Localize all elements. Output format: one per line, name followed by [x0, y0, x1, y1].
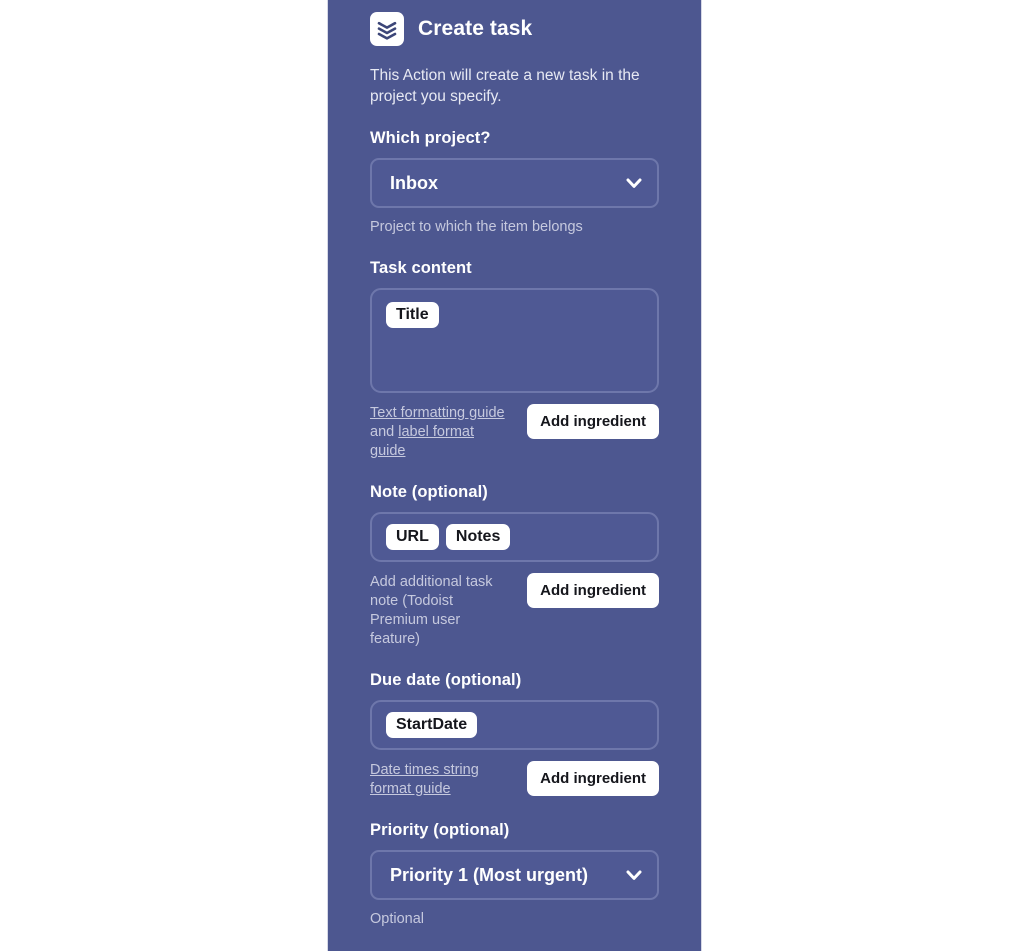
due-date-sub-row: Date times string format guide Add ingre…: [370, 761, 659, 799]
field-project: Which project? Inbox Project to which th…: [370, 129, 659, 237]
field-label-priority: Priority (optional): [370, 821, 510, 839]
field-task-content: Task content Title Text formatting guide…: [370, 259, 659, 461]
field-due-date: Due date (optional) StartDate Date times…: [370, 671, 659, 799]
field-label-due-date: Due date (optional): [370, 671, 522, 689]
due-date-input[interactable]: StartDate: [370, 700, 659, 750]
add-ingredient-button-task-content[interactable]: Add ingredient: [527, 404, 659, 439]
screenshot-root: Create task This Action will create a ne…: [0, 0, 1024, 951]
field-label-project: Which project?: [370, 129, 491, 147]
ingredient-chip[interactable]: Title: [386, 302, 439, 328]
field-helper-priority: Optional: [370, 911, 425, 927]
field-priority: Priority (optional) Priority 1 (Most urg…: [370, 821, 659, 929]
note-input[interactable]: URL Notes: [370, 512, 659, 562]
create-task-action-panel: Create task This Action will create a ne…: [327, 0, 702, 951]
field-label-task-content: Task content: [370, 259, 472, 277]
text-formatting-guide-link[interactable]: Text formatting guide: [370, 405, 505, 421]
task-content-sub-row: Text formatting guide and label format g…: [370, 404, 659, 461]
task-content-input[interactable]: Title: [370, 288, 659, 393]
todoist-stack-icon: [370, 12, 404, 46]
page-title: Create task: [418, 17, 533, 40]
due-date-guide-links: Date times string format guide: [370, 761, 510, 799]
project-select[interactable]: Inbox: [370, 158, 659, 208]
panel-header: Create task: [370, 0, 659, 46]
field-helper-note: Add additional task note (Todoist Premiu…: [370, 574, 493, 647]
add-ingredient-button-due-date[interactable]: Add ingredient: [527, 761, 659, 796]
field-label-note: Note (optional): [370, 483, 488, 501]
priority-select[interactable]: Priority 1 (Most urgent): [370, 850, 659, 900]
task-content-guide-links: Text formatting guide and label format g…: [370, 404, 510, 461]
field-helper-project: Project to which the item belongs: [370, 219, 583, 235]
chevron-down-icon: [623, 172, 645, 194]
ingredient-chip[interactable]: StartDate: [386, 712, 478, 738]
add-ingredient-button-note[interactable]: Add ingredient: [527, 573, 659, 608]
project-select-value: Inbox: [390, 172, 438, 193]
note-sub-row: Add additional task note (Todoist Premiu…: [370, 573, 659, 649]
priority-select-value: Priority 1 (Most urgent): [390, 864, 589, 885]
date-times-string-format-guide-link[interactable]: Date times string format guide: [370, 762, 479, 797]
field-note: Note (optional) URL Notes Add additional…: [370, 483, 659, 649]
action-description: This Action will create a new task in th…: [370, 67, 640, 105]
links-conjunction: and: [370, 424, 399, 440]
chevron-down-icon: [623, 864, 645, 886]
ingredient-chip[interactable]: Notes: [445, 524, 511, 550]
ingredient-chip[interactable]: URL: [386, 524, 439, 550]
